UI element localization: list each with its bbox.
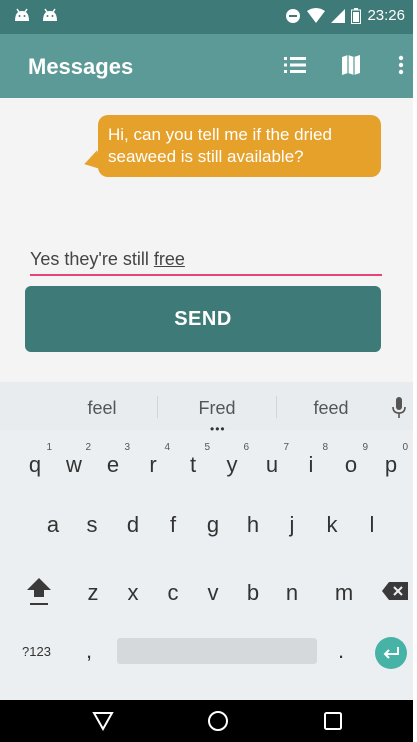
key-f[interactable]: f bbox=[158, 512, 188, 538]
key-label: y bbox=[226, 452, 238, 477]
key-q[interactable]: q1 bbox=[20, 442, 52, 478]
space-bar[interactable] bbox=[117, 638, 317, 664]
key-number-hint: 9 bbox=[362, 442, 368, 453]
backspace-key[interactable] bbox=[380, 578, 410, 604]
map-button[interactable] bbox=[336, 50, 366, 80]
key-number-hint: 3 bbox=[124, 442, 130, 453]
clock: 23:26 bbox=[367, 7, 405, 24]
key-number-hint: 4 bbox=[164, 442, 170, 453]
key-i[interactable]: i8 bbox=[296, 442, 328, 478]
key-d[interactable]: d bbox=[118, 512, 148, 538]
key-label: u bbox=[265, 452, 279, 477]
key-label: p bbox=[384, 452, 398, 477]
enter-key[interactable] bbox=[375, 637, 407, 669]
message-input[interactable]: Yes they're still free bbox=[30, 246, 382, 276]
input-composing-word: free bbox=[153, 249, 185, 269]
wifi-icon bbox=[307, 7, 326, 23]
key-y[interactable]: y6 bbox=[217, 442, 250, 478]
symbols-key[interactable]: ?123 bbox=[22, 644, 51, 659]
comma-key[interactable]: , bbox=[86, 638, 92, 664]
key-w[interactable]: w2 bbox=[59, 442, 91, 478]
list-view-button[interactable] bbox=[280, 50, 310, 80]
key-t[interactable]: t5 bbox=[178, 442, 210, 478]
map-icon bbox=[342, 55, 360, 75]
key-number-hint: 7 bbox=[283, 442, 289, 453]
app-title: Messages bbox=[28, 54, 134, 79]
key-z[interactable]: z bbox=[78, 580, 108, 606]
message-bubble: Hi, can you tell me if the dried seaweed… bbox=[98, 115, 381, 177]
key-label: t bbox=[189, 452, 197, 477]
key-p[interactable]: p0 bbox=[376, 442, 408, 478]
key-number-hint: 2 bbox=[85, 442, 91, 453]
period-key[interactable]: . bbox=[338, 638, 344, 664]
key-label: o bbox=[344, 452, 358, 477]
key-e[interactable]: e3 bbox=[98, 442, 130, 478]
suggestion-more-indicator: ••• bbox=[210, 422, 226, 436]
key-number-hint: 6 bbox=[243, 442, 249, 453]
key-number-hint: 8 bbox=[322, 442, 328, 453]
key-c[interactable]: c bbox=[158, 580, 188, 606]
soft-keyboard: feel Fred ••• feed q1 w2 e3 r4 t5 y6 u7 … bbox=[0, 382, 413, 700]
key-label: w bbox=[66, 452, 82, 477]
android-notification-icon bbox=[43, 8, 57, 21]
screen-edge bbox=[413, 0, 417, 742]
signal-icon bbox=[331, 8, 346, 23]
app-bar: Messages bbox=[0, 34, 413, 98]
shift-key[interactable] bbox=[24, 574, 54, 608]
enter-icon bbox=[383, 647, 399, 659]
key-v[interactable]: v bbox=[198, 580, 228, 606]
back-button[interactable] bbox=[90, 708, 116, 734]
key-o[interactable]: o9 bbox=[336, 442, 368, 478]
do-not-disturb-icon bbox=[286, 8, 301, 23]
key-u[interactable]: u7 bbox=[257, 442, 289, 478]
recents-icon bbox=[324, 712, 342, 730]
backspace-icon bbox=[382, 582, 408, 600]
key-r[interactable]: r4 bbox=[138, 442, 170, 478]
key-label: q bbox=[28, 452, 42, 477]
overflow-menu-button[interactable] bbox=[386, 50, 413, 80]
suggestion-1[interactable]: feel bbox=[52, 398, 152, 419]
key-l[interactable]: l bbox=[357, 512, 387, 538]
microphone-icon[interactable] bbox=[392, 397, 406, 419]
key-number-hint: 0 bbox=[402, 442, 408, 453]
home-button[interactable] bbox=[205, 708, 231, 734]
battery-icon bbox=[351, 7, 362, 24]
home-icon bbox=[208, 711, 228, 731]
shift-icon bbox=[27, 578, 51, 605]
key-number-hint: 5 bbox=[204, 442, 210, 453]
screen: 23:26 Messages Hi, can you tell me if th… bbox=[0, 0, 413, 742]
send-button[interactable]: SEND bbox=[25, 286, 381, 352]
key-g[interactable]: g bbox=[198, 512, 228, 538]
more-vert-icon bbox=[398, 55, 404, 75]
suggestion-divider bbox=[276, 396, 277, 418]
conversation: Hi, can you tell me if the dried seaweed… bbox=[0, 98, 413, 382]
key-a[interactable]: a bbox=[38, 512, 68, 538]
key-k[interactable]: k bbox=[317, 512, 347, 538]
input-text: Yes they're still bbox=[30, 249, 154, 269]
key-label: r bbox=[149, 452, 157, 477]
status-bar: 23:26 bbox=[0, 0, 413, 34]
suggestion-2[interactable]: Fred bbox=[167, 398, 267, 419]
key-label: e bbox=[106, 452, 120, 477]
status-indicators: 23:26 bbox=[285, 7, 405, 24]
key-h[interactable]: h bbox=[238, 512, 268, 538]
list-icon bbox=[284, 57, 306, 73]
navigation-bar bbox=[0, 700, 413, 742]
suggestion-divider bbox=[157, 396, 158, 418]
key-b[interactable]: b bbox=[238, 580, 268, 606]
android-notification-icon bbox=[15, 8, 29, 21]
key-s[interactable]: s bbox=[77, 512, 107, 538]
key-x[interactable]: x bbox=[118, 580, 148, 606]
suggestion-strip: feel Fred ••• feed bbox=[0, 382, 413, 436]
key-number-hint: 1 bbox=[46, 442, 52, 453]
suggestion-3[interactable]: feed bbox=[281, 398, 381, 419]
key-label: i bbox=[308, 452, 314, 477]
key-n[interactable]: n bbox=[277, 580, 307, 606]
recents-button[interactable] bbox=[320, 708, 346, 734]
key-j[interactable]: j bbox=[277, 512, 307, 538]
status-notifications bbox=[14, 8, 58, 22]
back-icon bbox=[92, 712, 114, 731]
key-m[interactable]: m bbox=[329, 580, 359, 606]
